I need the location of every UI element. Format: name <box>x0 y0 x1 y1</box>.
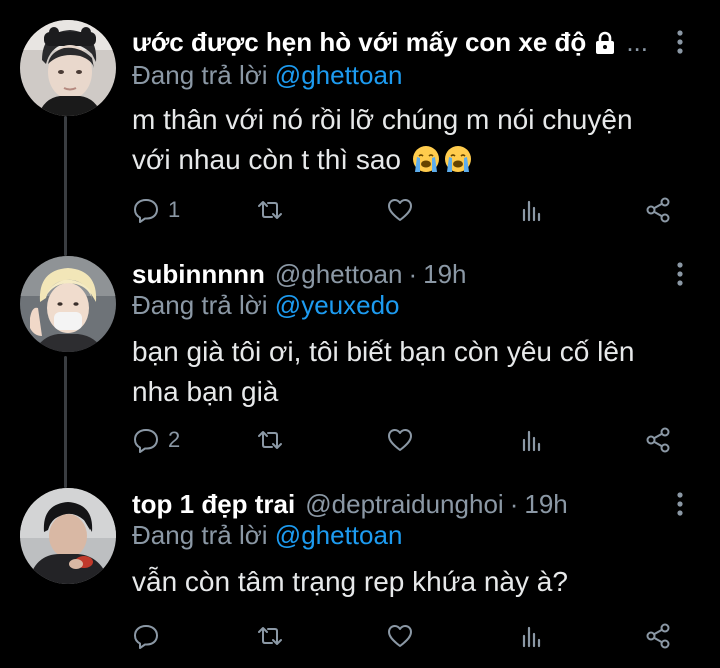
more-vertical-icon[interactable] <box>670 24 690 60</box>
lock-icon <box>594 31 616 55</box>
like-button[interactable] <box>386 618 422 654</box>
loudly-crying-face-emoji <box>443 144 473 174</box>
reply-prefix: Đang trả lời <box>132 290 268 320</box>
reply-mention[interactable]: @yeuxedo <box>275 290 400 320</box>
reply-prefix: Đang trả lời <box>132 520 268 550</box>
reply-prefix: Đang trả lời <box>132 60 268 90</box>
loudly-crying-face-emoji <box>411 144 441 174</box>
more-vertical-icon[interactable] <box>670 486 690 522</box>
tweet[interactable]: ước được hẹn hò với mấy con xe độ ... Đa… <box>0 0 720 240</box>
reply-count: 1 <box>168 197 181 222</box>
views-icon <box>518 622 546 650</box>
heart-icon <box>386 426 414 454</box>
views-button[interactable] <box>518 192 554 228</box>
reply-button[interactable] <box>132 618 168 654</box>
tweet-text: vẫn còn tâm trạng rep khứa này à? <box>132 562 660 602</box>
action-bar: 1 <box>132 192 680 228</box>
user-handle[interactable]: @deptraidunghoi <box>305 489 503 520</box>
reply-icon <box>132 196 160 224</box>
user-handle[interactable]: @ghettoan <box>275 259 403 290</box>
avatar[interactable] <box>20 20 116 116</box>
share-icon <box>644 196 672 224</box>
views-button[interactable] <box>518 618 554 654</box>
action-bar <box>132 618 680 654</box>
reply-icon <box>132 426 160 454</box>
more-vertical-icon[interactable] <box>670 256 690 292</box>
separator: · <box>408 258 418 289</box>
reply-mention[interactable]: @ghettoan <box>275 520 403 550</box>
replying-to: Đang trả lời @ghettoan <box>132 60 402 94</box>
replying-to: Đang trả lời @ghettoan <box>132 520 402 554</box>
views-icon <box>518 196 546 224</box>
tweet-body: bạn già tôi ơi, tôi biết bạn còn yêu cố … <box>132 336 635 407</box>
reply-mention[interactable]: @ghettoan <box>275 60 403 90</box>
replying-to: Đang trả lời @yeuxedo <box>132 290 400 324</box>
reply-count: 2 <box>168 427 181 452</box>
retweet-button[interactable] <box>256 192 292 228</box>
retweet-icon <box>256 622 284 650</box>
avatar[interactable] <box>20 488 116 584</box>
views-icon <box>518 426 546 454</box>
reply-icon <box>132 622 160 650</box>
retweet-button[interactable] <box>256 618 292 654</box>
tweet-text: bạn già tôi ơi, tôi biết bạn còn yêu cố … <box>132 332 660 412</box>
retweet-button[interactable] <box>256 422 292 458</box>
tweet-body: m thân với nó rồi lỡ chúng m nói chuyện … <box>132 104 633 175</box>
name-truncated: ... <box>626 26 648 57</box>
action-bar: 2 <box>132 422 680 458</box>
share-icon <box>644 426 672 454</box>
separator: · <box>509 488 519 519</box>
display-name[interactable]: subinnnnn <box>132 259 265 290</box>
retweet-icon <box>256 426 284 454</box>
heart-icon <box>386 196 414 224</box>
timestamp[interactable]: 19h <box>524 489 567 520</box>
reply-button[interactable]: 1 <box>132 192 180 228</box>
tweet-header: top 1 đẹp trai @deptraidunghoi · 19h <box>132 486 660 522</box>
tweet-text: m thân với nó rồi lỡ chúng m nói chuyện … <box>132 100 660 180</box>
retweet-icon <box>256 196 284 224</box>
timestamp[interactable]: 19h <box>423 259 466 290</box>
share-button[interactable] <box>644 618 672 654</box>
share-icon <box>644 622 672 650</box>
avatar[interactable] <box>20 256 116 352</box>
tweet-header: subinnnnn @ghettoan · 19h <box>132 256 660 292</box>
like-button[interactable] <box>386 422 422 458</box>
heart-icon <box>386 622 414 650</box>
tweet-header: ước được hẹn hò với mấy con xe độ ... <box>132 24 660 60</box>
views-button[interactable] <box>518 422 554 458</box>
like-button[interactable] <box>386 192 422 228</box>
display-name[interactable]: top 1 đẹp trai <box>132 489 295 520</box>
reply-button[interactable]: 2 <box>132 422 180 458</box>
share-button[interactable] <box>644 192 672 228</box>
tweet-body: vẫn còn tâm trạng rep khứa này à? <box>132 566 568 597</box>
share-button[interactable] <box>644 422 672 458</box>
display-name[interactable]: ước được hẹn hò với mấy con xe độ <box>132 27 586 58</box>
